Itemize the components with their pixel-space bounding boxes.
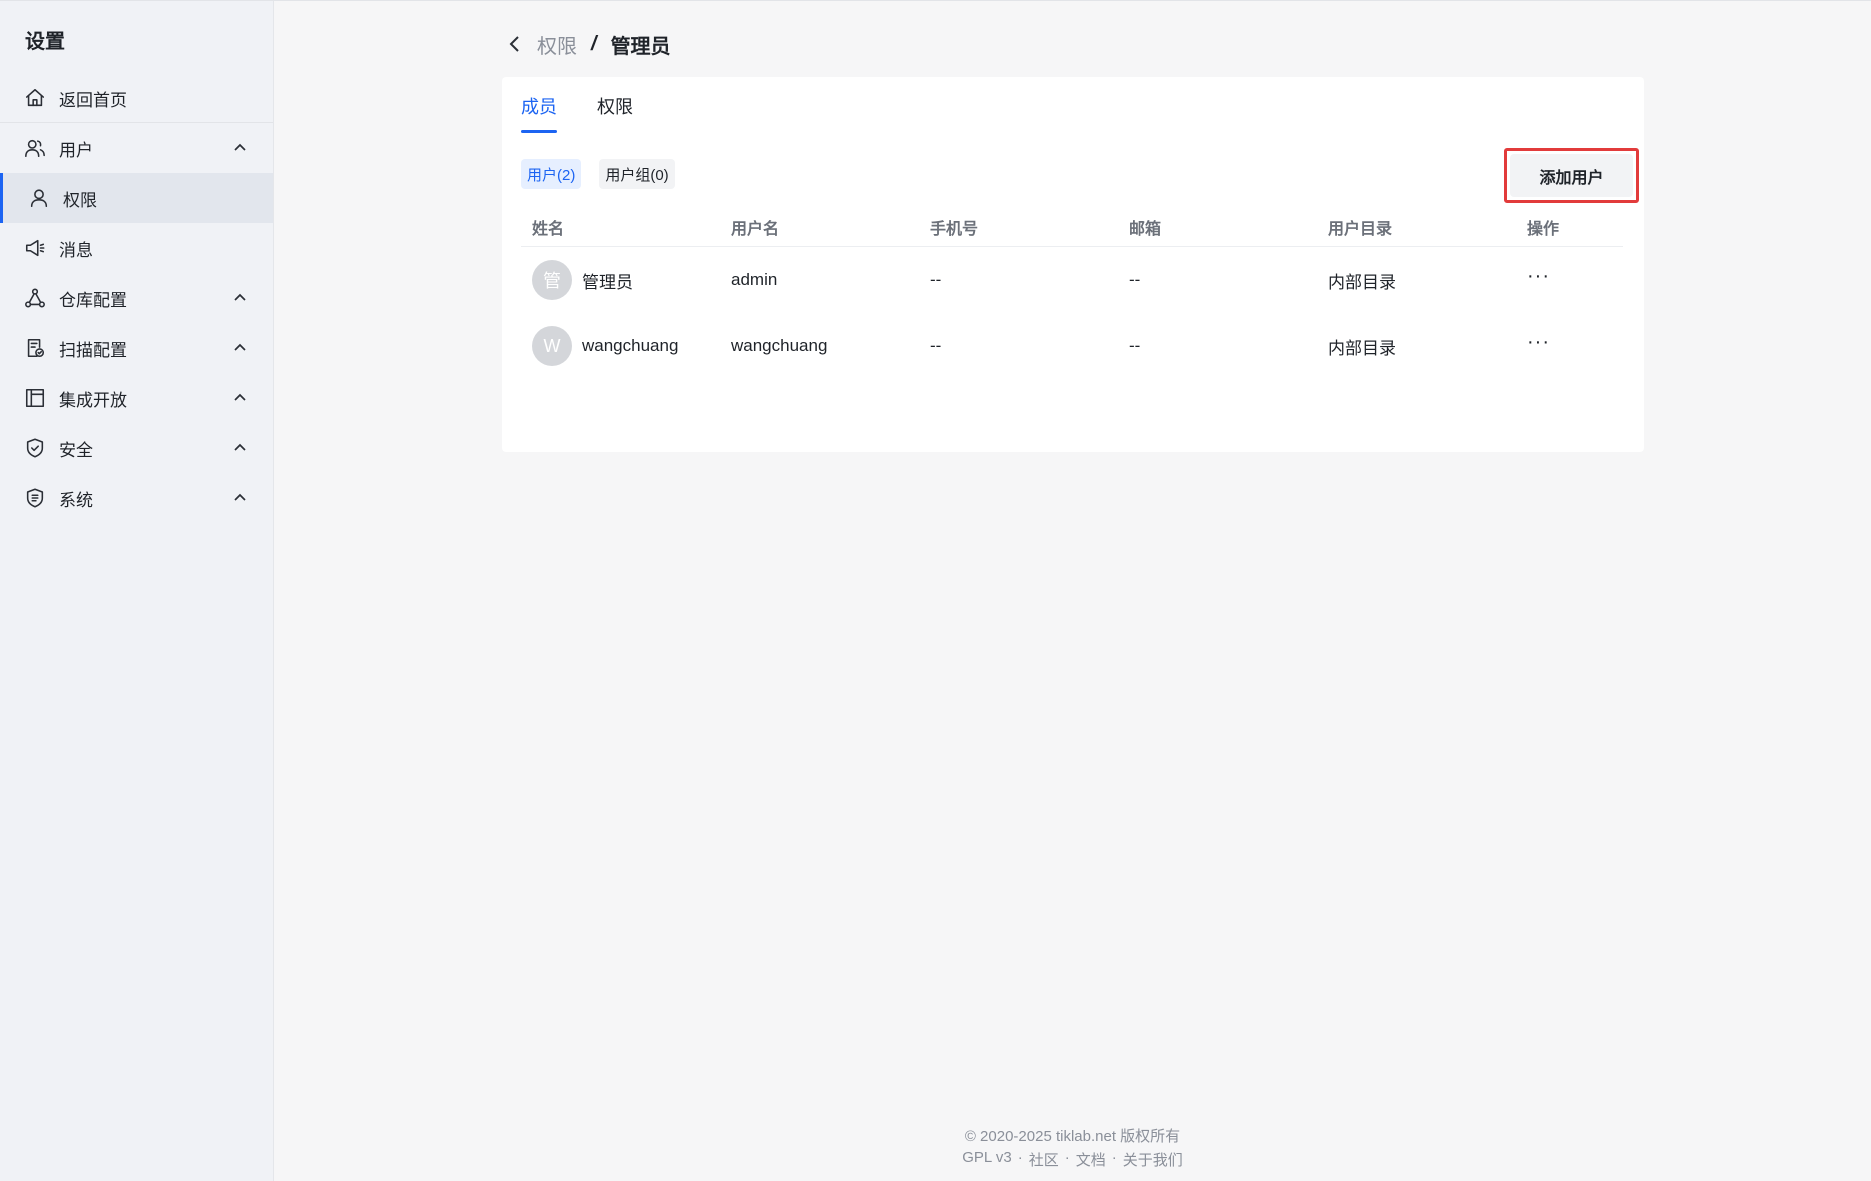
scan-doc-icon	[24, 337, 46, 359]
table-row: 管 管理员 admin -- -- 内部目录 ···	[521, 247, 1623, 313]
layout-icon	[24, 387, 46, 409]
name-cell: W wangchuang	[521, 326, 720, 366]
sidebar-item-messages[interactable]: 消息	[0, 223, 273, 273]
sidebar-item-label: 扫描配置	[59, 340, 127, 360]
sidebar-item-permissions[interactable]: 权限	[0, 173, 273, 223]
sidebar-item-label: 系统	[59, 490, 93, 510]
add-user-button[interactable]: 添加用户	[1510, 154, 1633, 197]
sidebar-item-scan-config[interactable]: 扫描配置	[0, 323, 273, 373]
column-header-username: 用户名	[731, 220, 780, 238]
actions-cell: ···	[1516, 332, 1623, 352]
chevron-up-icon[interactable]	[233, 490, 247, 504]
sidebar-item-label: 返回首页	[59, 90, 127, 110]
members-table: 姓名 用户名 手机号 邮箱 用户目录 操作 管 管理员 admin -- -- …	[521, 207, 1623, 379]
filter-users[interactable]: 用户(2)	[521, 159, 582, 189]
sidebar-item-label: 集成开放	[59, 390, 127, 410]
tab-bar: 成员 权限	[521, 93, 673, 133]
sidebar-title: 设置	[25, 31, 65, 53]
sidebar: 设置 返回首页 用户 权限 消息 仓库配置 扫描配置 集成开放 安全 系统	[0, 1, 274, 1181]
phone-cell: --	[930, 270, 942, 289]
column-header-email: 邮箱	[1129, 220, 1162, 238]
footer-docs-link[interactable]: 文档	[1076, 1149, 1106, 1170]
name-cell: 管 管理员	[521, 260, 720, 300]
footer-copyright: © 2020-2025 tiklab.net 版权所有	[964, 1128, 1181, 1145]
filter-user-groups[interactable]: 用户组(0)	[599, 159, 675, 189]
more-actions-icon[interactable]: ···	[1527, 266, 1550, 286]
chevron-up-icon[interactable]	[233, 140, 247, 154]
shield-check-icon	[24, 437, 46, 459]
actions-cell: ···	[1516, 266, 1623, 286]
chevron-up-icon[interactable]	[233, 390, 247, 404]
table-header: 姓名 用户名 手机号 邮箱 用户目录 操作	[521, 207, 1623, 247]
footer-links: GPL v3 · 社区 · 文档 · 关于我们	[0, 1149, 1871, 1170]
phone-cell: --	[930, 336, 942, 355]
breadcrumb: 权限 / 管理员	[505, 29, 671, 59]
sidebar-item-repo-config[interactable]: 仓库配置	[0, 273, 273, 323]
tab-members[interactable]: 成员	[521, 93, 557, 133]
sidebar-item-label: 消息	[59, 240, 93, 260]
sidebar-item-users[interactable]: 用户	[0, 123, 273, 173]
more-actions-icon[interactable]: ···	[1527, 332, 1550, 352]
chevron-up-icon[interactable]	[233, 290, 247, 304]
sidebar-item-label: 权限	[63, 190, 97, 210]
footer-community-link[interactable]: 社区	[1029, 1149, 1059, 1170]
directory-cell: 内部目录	[1328, 272, 1396, 292]
column-header-actions: 操作	[1527, 220, 1560, 238]
table-row: W wangchuang wangchuang -- -- 内部目录 ···	[521, 313, 1623, 379]
breadcrumb-separator: /	[591, 32, 597, 55]
sidebar-item-integration[interactable]: 集成开放	[0, 373, 273, 423]
sidebar-item-home[interactable]: 返回首页	[0, 73, 273, 123]
users-icon	[24, 137, 46, 159]
member-type-filter: 用户(2) 用户组(0)	[521, 159, 693, 189]
sidebar-item-system[interactable]: 系统	[0, 473, 273, 523]
megaphone-icon	[24, 237, 46, 259]
username-cell: admin	[731, 270, 778, 289]
column-header-directory: 用户目录	[1328, 220, 1393, 238]
sidebar-item-label: 安全	[59, 440, 93, 460]
add-user-highlight: 添加用户	[1504, 148, 1639, 203]
footer-dot: ·	[1111, 1149, 1117, 1166]
page-title: 管理员	[610, 35, 671, 58]
breadcrumb-parent[interactable]: 权限	[537, 30, 577, 59]
chevron-up-icon[interactable]	[233, 340, 247, 354]
members-card: 成员 权限 用户(2) 用户组(0) 添加用户 姓名 用户名 手机号 邮箱 用户…	[502, 77, 1644, 452]
user-icon	[28, 187, 50, 209]
user-name: 管理员	[582, 272, 633, 292]
column-header-name: 姓名	[532, 220, 565, 238]
column-header-phone: 手机号	[930, 220, 979, 238]
sidebar-item-label: 仓库配置	[59, 290, 127, 310]
user-name: wangchuang	[582, 336, 679, 355]
footer-license-link[interactable]: GPL v3	[962, 1149, 1011, 1170]
directory-cell: 内部目录	[1328, 338, 1396, 358]
footer-dot: ·	[1064, 1149, 1070, 1166]
home-icon	[24, 87, 46, 109]
username-cell: wangchuang	[731, 336, 828, 355]
avatar: W	[532, 326, 572, 366]
app-window: 设置 返回首页 用户 权限 消息 仓库配置 扫描配置 集成开放 安全 系统 权限…	[0, 0, 1871, 1181]
sidebar-item-label: 用户	[59, 140, 93, 160]
email-cell: --	[1129, 270, 1141, 289]
email-cell: --	[1129, 336, 1141, 355]
network-icon	[24, 287, 46, 309]
tab-permissions[interactable]: 权限	[597, 93, 633, 133]
shield-cert-icon	[24, 487, 46, 509]
sidebar-item-security[interactable]: 安全	[0, 423, 273, 473]
back-arrow-icon[interactable]	[505, 34, 525, 54]
avatar: 管	[532, 260, 572, 300]
chevron-up-icon[interactable]	[233, 440, 247, 454]
footer-dot: ·	[1017, 1149, 1023, 1166]
footer-about-link[interactable]: 关于我们	[1123, 1149, 1183, 1170]
